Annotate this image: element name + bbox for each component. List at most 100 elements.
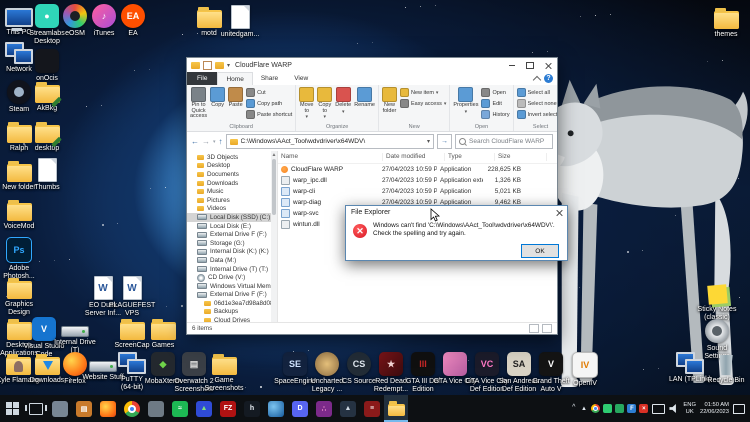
sidebar-item-backups[interactable]: Backups [187, 308, 277, 317]
file-row[interactable]: CloudFlare WARP27/04/2023 10:59 PMApplic… [278, 164, 557, 175]
sidebar-item-06d1e3ea7d98a8d08c6652fe[interactable]: 06d1e3ea7d98a8d08c6652fe [187, 299, 277, 308]
app-discord[interactable]: D [288, 395, 312, 422]
app-spotify[interactable]: ≈ [168, 395, 192, 422]
address-dropdown-icon[interactable]: ▾ [427, 138, 430, 145]
ribbon-button-open[interactable]: Open [481, 88, 509, 97]
tray-chevron-icon[interactable]: ^ [572, 404, 575, 411]
sidebar-item-data-m-[interactable]: Data (M:) [187, 256, 277, 265]
ribbon-button-select-none[interactable]: Select none [517, 99, 557, 108]
ribbon-button-delete[interactable]: Delete▾ [335, 87, 351, 115]
dialog-close-button[interactable] [551, 206, 567, 219]
desktop-icon-ea[interactable]: EAEA [110, 4, 156, 38]
desktop-icon-game-screenshots-folder[interactable]: Game Screenshots [201, 352, 247, 392]
ribbon-button-easy-access[interactable]: Easy access▾ [400, 99, 446, 108]
sidebar-item-videos[interactable]: Videos [187, 205, 277, 214]
desktop-icon-thumbs-file[interactable]: Thumbs [24, 158, 70, 192]
back-icon[interactable]: ← [191, 137, 199, 146]
notification-center-icon[interactable] [733, 404, 745, 414]
sidebar-item-storage-g-[interactable]: Storage (G:) [187, 239, 277, 248]
app-screenshot-tool[interactable]: ▲ [192, 395, 216, 422]
ribbon-button-copy[interactable]: Copy [210, 87, 225, 109]
ribbon-button-edit[interactable]: Edit [481, 99, 509, 108]
sidebar-item-documents[interactable]: Documents [187, 170, 277, 179]
dialog-title-bar[interactable]: File Explorer [346, 206, 567, 219]
close-button[interactable] [539, 58, 557, 72]
help-icon[interactable]: ? [544, 74, 553, 83]
maximize-button[interactable] [521, 58, 539, 72]
network-tray-icon[interactable] [652, 404, 665, 414]
language-indicator[interactable]: ENGUK [683, 402, 696, 415]
app-red-book[interactable]: ≡ [360, 395, 384, 422]
tray-blue[interactable]: F [627, 404, 636, 413]
go-button[interactable]: → [437, 134, 452, 149]
column-header-name[interactable]: Name [278, 153, 383, 161]
task-view-button[interactable] [24, 395, 48, 422]
sidebar-item-cloud-drives[interactable]: Cloud Drives [187, 316, 277, 322]
start-button[interactable] [0, 395, 24, 422]
column-header-type[interactable]: Type [445, 153, 495, 161]
tab-share[interactable]: Share [253, 72, 286, 85]
ribbon-button-invert-selection[interactable]: Invert selection [517, 110, 557, 119]
sidebar-item-external-drive-f-f-[interactable]: External Drive F (F:) [187, 291, 277, 300]
sidebar-item-external-drive-f-f-[interactable]: External Drive F (F:) [187, 230, 277, 239]
scroll-up-icon[interactable]: ▲ [271, 152, 277, 158]
app-chrome[interactable] [120, 395, 144, 422]
sidebar-item-downloads[interactable]: Downloads [187, 179, 277, 188]
tray-green-2[interactable] [615, 404, 624, 413]
file-row[interactable]: warp-cli27/04/2023 10:59 PMApplication5,… [278, 186, 557, 197]
app-blue-sphere[interactable] [264, 395, 288, 422]
app-satellite[interactable] [144, 395, 168, 422]
desktop-icon-themes-folder[interactable]: themes [703, 6, 749, 39]
ribbon-button-pin-to-quick-access[interactable]: Pin to Quick access [190, 87, 207, 120]
sidebar-item-pictures[interactable]: Pictures [187, 196, 277, 205]
up-icon[interactable]: ↑ [219, 137, 223, 146]
sidebar-item-internal-drive-t-t-[interactable]: Internal Drive (T) (T:) [187, 265, 277, 274]
ok-button[interactable]: OK [521, 244, 559, 258]
ribbon-button-select-all[interactable]: Select all [517, 88, 557, 97]
ribbon-button-paste[interactable]: Paste [228, 87, 243, 109]
desktop-icon-akbkg-folder[interactable]: AkBkg [24, 80, 70, 113]
sidebar-item-3d-objects[interactable]: 3D Objects [187, 153, 277, 162]
tab-view[interactable]: View [286, 72, 316, 85]
tray-chrome[interactable] [591, 404, 600, 413]
recent-dropdown-icon[interactable]: ▾ [213, 139, 216, 145]
ribbon-button-copy-to[interactable]: Copy to▾ [317, 87, 332, 121]
address-input[interactable]: C:\Windows\AAct_Tool\wdvdriver\x64WDV\ ▾ [226, 134, 434, 149]
collapse-ribbon-icon[interactable] [533, 75, 541, 83]
quick-access-customize-icon[interactable]: ▾ [227, 62, 230, 69]
forward-icon[interactable]: → [202, 137, 210, 146]
file-row[interactable]: warp_ipc.dll27/04/2023 10:59 PMApplicati… [278, 175, 557, 186]
search-input[interactable]: Search CloudFlare WARP [455, 134, 553, 149]
sidebar-item-desktop[interactable]: Desktop [187, 162, 277, 171]
ribbon-button-properties[interactable]: Properties▾ [453, 87, 478, 115]
tray-green-1[interactable] [603, 404, 612, 413]
sidebar-scrollbar[interactable]: ▲ [271, 151, 277, 322]
sidebar-item-local-disk-e-[interactable]: Local Disk (E:) [187, 222, 277, 231]
sidebar-item-internal-disk-k-k-[interactable]: Internal Disk (K:) (K:) [187, 248, 277, 257]
ribbon-button-new-folder[interactable]: New folder [382, 87, 397, 114]
sidebar-item-windows-virtual-memory-[interactable]: Windows Virtual Memory ( [187, 282, 277, 291]
tab-home[interactable]: Home [217, 72, 252, 85]
app-firefox[interactable] [96, 395, 120, 422]
tray-red[interactable]: × [639, 404, 648, 413]
ribbon-button-cut[interactable]: Cut [246, 88, 292, 97]
desktop-icon-voicemod-folder[interactable]: VoiceMod [0, 198, 42, 231]
desktop-icon-unitedgam-files[interactable]: unitedgam... [217, 5, 263, 39]
thumbnails-view-button[interactable] [542, 324, 552, 333]
app-molecule[interactable]: ∴ [312, 395, 336, 422]
tab-file[interactable]: File [187, 72, 217, 85]
ribbon-button-copy-path[interactable]: Copy path [246, 99, 292, 108]
app-file-explorer[interactable] [384, 395, 408, 422]
ribbon-button-move-to[interactable]: Move to▾ [299, 87, 314, 121]
desktop-icon-internal-drive-t[interactable]: Internal Drive (T) [52, 317, 98, 354]
desktop-icon-recycle-bin[interactable]: Recycle Bin [703, 352, 749, 385]
volume-tray-icon[interactable] [669, 404, 679, 413]
minimize-button[interactable] [503, 58, 521, 72]
clock[interactable]: 01:50 AM 22/06/2023 [700, 402, 729, 415]
desktop-icon-desktop-folder[interactable]: desktop [24, 120, 70, 153]
desktop-icon-sticky-notes-classic[interactable]: Sticky Notes (classic) [694, 282, 740, 321]
app-photos[interactable]: ▲ [336, 395, 360, 422]
app-3d-viewer[interactable] [48, 395, 72, 422]
sidebar-item-cd-drive-v-[interactable]: CD Drive (V:) [187, 273, 277, 282]
ribbon-button-paste-shortcut[interactable]: Paste shortcut [246, 110, 292, 119]
